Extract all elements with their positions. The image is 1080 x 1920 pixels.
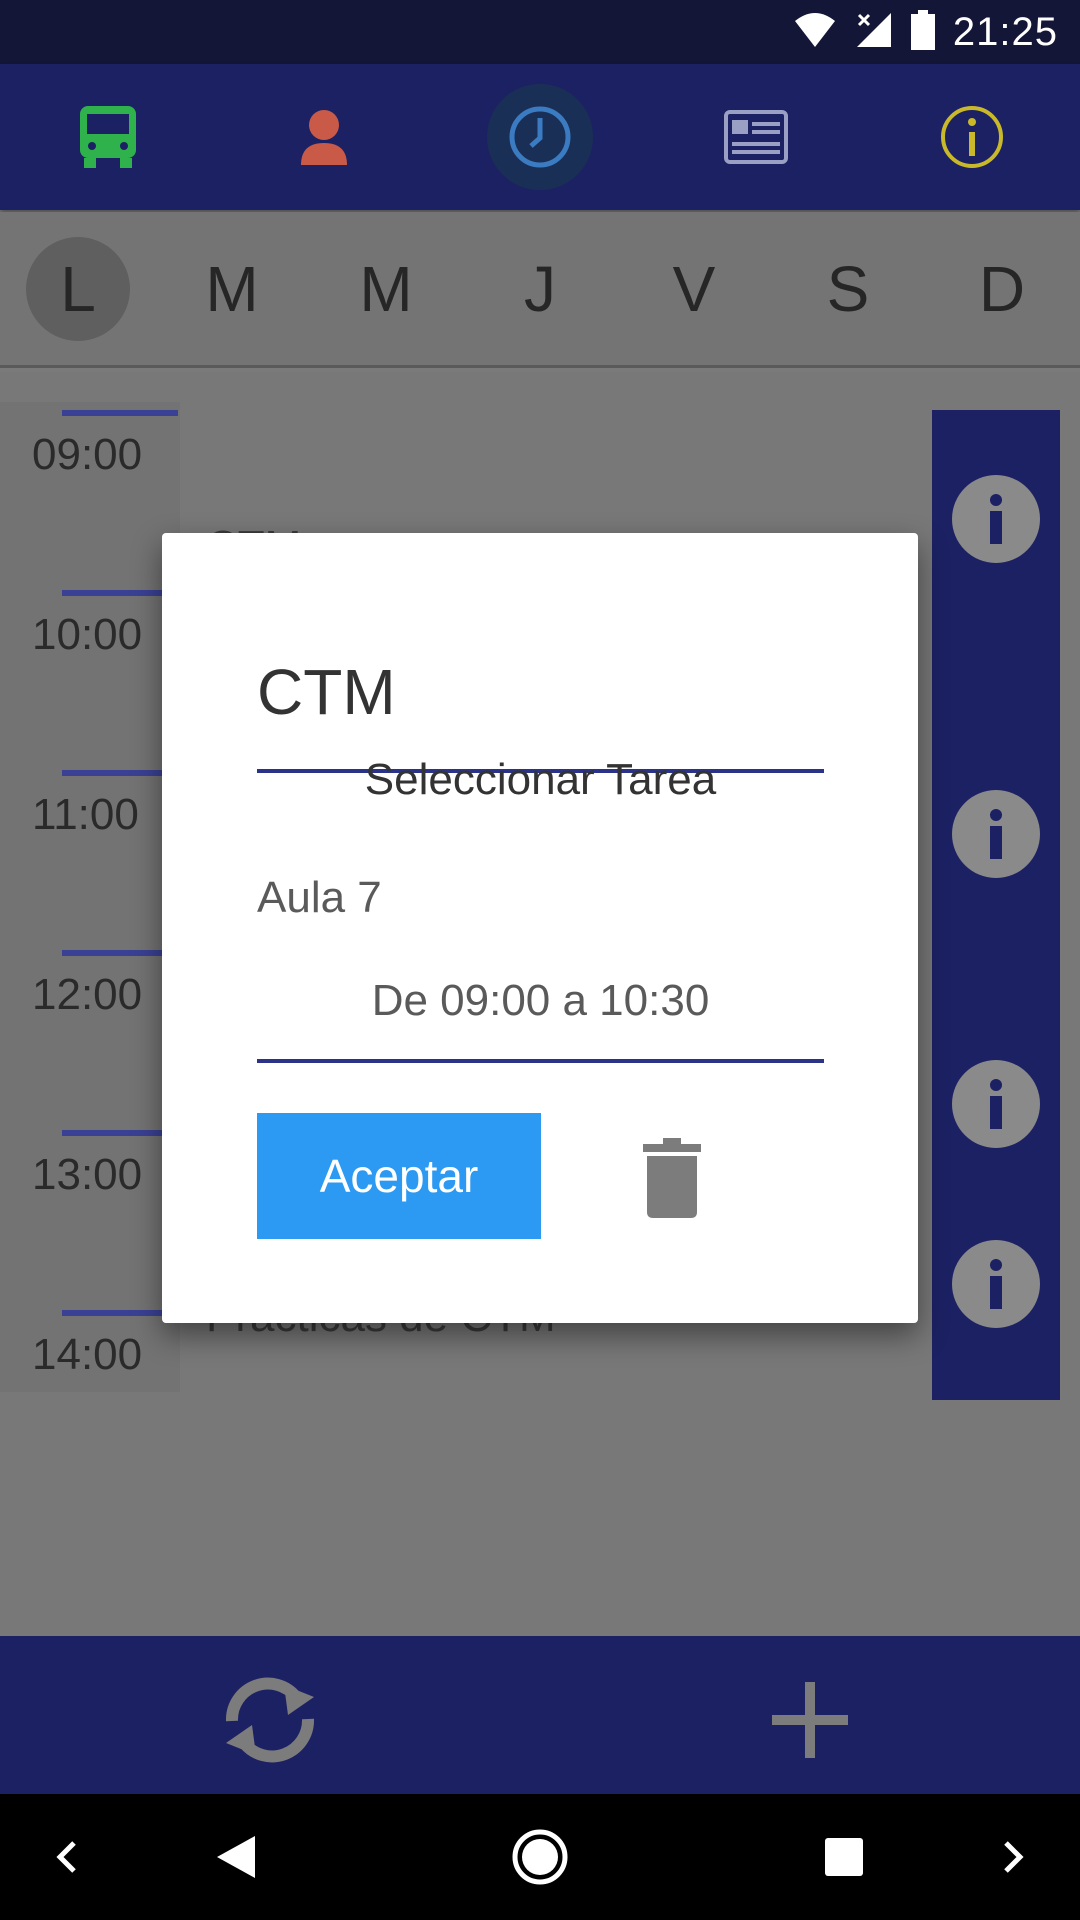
nav-bus-button[interactable] bbox=[55, 84, 161, 190]
trash-icon bbox=[643, 1138, 701, 1218]
nav-right-chevron-button[interactable] bbox=[974, 1817, 1054, 1897]
slot-marker bbox=[62, 590, 178, 596]
time-slot-label: 14:00 bbox=[32, 1330, 143, 1379]
time-slot-label: 12:00 bbox=[32, 970, 143, 1019]
recents-button[interactable] bbox=[804, 1817, 884, 1897]
chevron-left-icon bbox=[56, 1841, 76, 1873]
nav-card-button[interactable] bbox=[703, 84, 809, 190]
status-bar: 21:25 bbox=[0, 0, 1080, 64]
bottom-app-bar bbox=[0, 1636, 1080, 1794]
task-dialog: CTM Seleccionar Tarea Aula 7 De 09:00 a … bbox=[162, 533, 918, 1323]
time-range-text: De 09:00 a 10:30 bbox=[371, 976, 710, 1025]
person-icon bbox=[301, 110, 347, 165]
slot-marker bbox=[62, 1130, 178, 1136]
add-button[interactable] bbox=[750, 1660, 870, 1780]
status-time: 21:25 bbox=[952, 9, 1058, 54]
select-task-link[interactable]: Seleccionar Tarea bbox=[257, 755, 824, 805]
back-triangle-icon bbox=[217, 1836, 255, 1878]
slot-marker bbox=[62, 1310, 178, 1316]
entry-info-button[interactable] bbox=[952, 1240, 1040, 1328]
home-circle-icon bbox=[512, 1829, 568, 1885]
nav-left-chevron-button[interactable] bbox=[26, 1817, 106, 1897]
entry-info-button[interactable] bbox=[952, 475, 1040, 563]
time-slot-label: 09:00 bbox=[32, 430, 143, 479]
sync-button[interactable] bbox=[210, 1660, 330, 1780]
recents-square-icon bbox=[825, 1838, 863, 1876]
subject-title: CTM bbox=[257, 656, 396, 728]
clock-icon bbox=[509, 106, 571, 168]
cell-signal-icon bbox=[855, 11, 893, 54]
day-selector: L M M J V S D bbox=[0, 212, 1080, 368]
time-slot-label: 10:00 bbox=[32, 610, 143, 659]
system-navigation-bar bbox=[0, 1794, 1080, 1920]
chevron-right-icon bbox=[1004, 1841, 1024, 1873]
top-navigation bbox=[0, 64, 1080, 210]
day-saturday[interactable]: S bbox=[796, 237, 900, 341]
nav-schedule-button[interactable] bbox=[487, 84, 593, 190]
home-button[interactable] bbox=[500, 1817, 580, 1897]
plus-icon bbox=[772, 1682, 848, 1758]
time-slot-label: 11:00 bbox=[32, 790, 139, 839]
info-icon bbox=[990, 809, 1002, 859]
bus-icon bbox=[80, 106, 136, 168]
room-label: Aula 7 bbox=[257, 873, 382, 922]
nav-info-button[interactable] bbox=[919, 84, 1025, 190]
day-monday[interactable]: L bbox=[26, 237, 130, 341]
nav-profile-button[interactable] bbox=[271, 84, 377, 190]
delete-button[interactable] bbox=[632, 1133, 712, 1223]
day-sunday[interactable]: D bbox=[950, 237, 1054, 341]
back-button[interactable] bbox=[196, 1817, 276, 1897]
info-icon bbox=[990, 1259, 1002, 1309]
info-icon bbox=[990, 1079, 1002, 1129]
wifi-icon bbox=[793, 11, 837, 54]
entry-info-button[interactable] bbox=[952, 1060, 1040, 1148]
info-icon bbox=[941, 106, 1003, 168]
sync-icon bbox=[225, 1677, 315, 1763]
slot-marker bbox=[62, 770, 178, 776]
day-friday[interactable]: V bbox=[642, 237, 746, 341]
battery-icon bbox=[910, 9, 935, 55]
info-icon bbox=[990, 494, 1002, 544]
entry-info-button[interactable] bbox=[952, 790, 1040, 878]
info-column bbox=[932, 410, 1060, 1400]
time-slot-label: 13:00 bbox=[32, 1150, 143, 1199]
time-range-field[interactable]: De 09:00 a 10:30 bbox=[257, 943, 824, 1063]
slot-marker bbox=[62, 410, 178, 416]
day-tuesday[interactable]: M bbox=[180, 237, 284, 341]
day-wednesday[interactable]: M bbox=[334, 237, 438, 341]
subject-title-field[interactable]: CTM bbox=[257, 643, 824, 773]
id-card-icon bbox=[724, 110, 788, 164]
slot-marker bbox=[62, 950, 178, 956]
time-column bbox=[0, 402, 180, 1392]
day-thursday[interactable]: J bbox=[488, 237, 592, 341]
accept-button[interactable]: Aceptar bbox=[257, 1113, 541, 1239]
